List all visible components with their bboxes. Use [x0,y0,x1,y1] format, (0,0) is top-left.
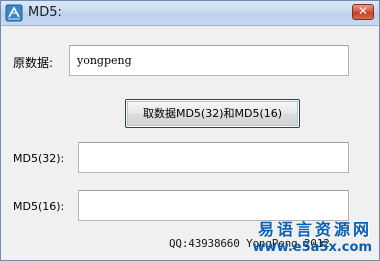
md5-32-label: MD5(32): [13,152,65,165]
close-icon: ✕ [357,4,369,18]
title-bar[interactable]: MD5: ✕ [1,1,379,26]
watermark-site-name: 易语言资源网 [257,220,372,239]
window-title: MD5: [28,5,62,20]
client-area: 原数据: 取数据MD5(32)和MD5(16) MD5(32): MD5(16)… [2,26,378,259]
app-icon [5,4,23,22]
source-data-input[interactable] [69,45,349,76]
watermark-url: www.e5a5x.com [252,240,372,255]
md5-16-label: MD5(16): [13,200,65,213]
md5-32-output[interactable] [78,142,349,173]
compute-md5-button[interactable]: 取数据MD5(32)和MD5(16) [125,99,300,128]
watermark: 易语言资源网 www.e5a5x.com [253,216,372,255]
main-window: MD5: ✕ 原数据: 取数据MD5(32)和MD5(16) MD5(32): … [0,0,380,261]
close-button[interactable]: ✕ [352,4,374,20]
source-data-label: 原数据: [13,56,54,70]
